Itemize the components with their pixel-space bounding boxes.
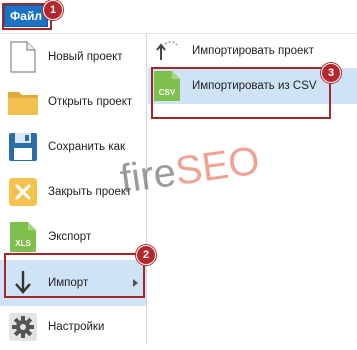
watermark-part1: fire [117,150,179,202]
menu-label: Открыть проект [48,96,133,108]
xls-text: XLS [15,239,31,248]
menu-item-new-project[interactable]: Новый проект [0,34,146,80]
menu-label: Настройки [48,321,105,333]
close-icon [6,175,40,209]
import-arrow-icon [152,36,182,66]
menu-label: Сохранить как [48,141,126,153]
floppy-disk-icon [6,130,40,164]
menu-label: Экспорт [48,231,92,243]
xls-file-icon: XLS [6,220,40,254]
menu-item-settings[interactable]: Настройки [0,304,146,350]
submenu-label: Импортировать проект [192,45,314,57]
badge-3: 3 [321,63,341,83]
menu-label: Новый проект [48,51,123,63]
submenu-item-import-project[interactable]: Импортировать проект [148,34,357,68]
menu-item-open-project[interactable]: Открыть проект [0,79,146,125]
badge-2: 2 [136,245,156,265]
gear-icon [6,310,40,344]
badge-1: 1 [43,0,63,20]
new-document-icon [6,40,40,74]
highlight-box-import-csv [151,67,331,119]
folder-icon [6,85,40,119]
menu-label: Закрыть проект [48,186,132,198]
highlight-box-import [4,253,145,298]
